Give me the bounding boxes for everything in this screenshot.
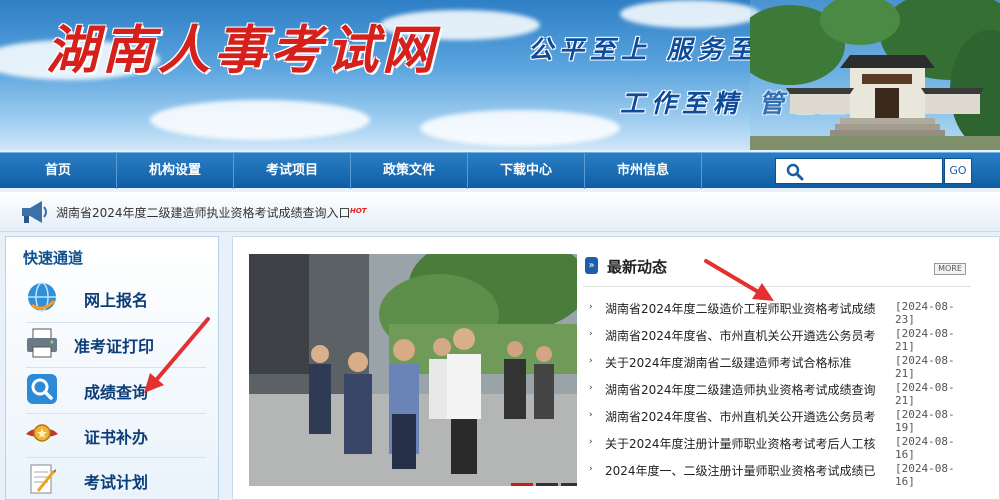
news-item-title: 湖南省2024年度二级造价工程师职业资格考试成绩 bbox=[605, 302, 875, 316]
cloud-decoration bbox=[420, 110, 620, 146]
quick-label: 网上报名 bbox=[84, 291, 149, 310]
divider bbox=[26, 367, 206, 368]
search-input[interactable] bbox=[812, 162, 938, 180]
divider bbox=[26, 457, 206, 458]
bullet-icon: › bbox=[589, 356, 593, 366]
cloud-decoration bbox=[620, 0, 760, 28]
news-item[interactable]: › 关于2024年度湖南省二级建造师考试合格标准 [2024-08-21] bbox=[583, 351, 973, 380]
carousel-page-3-button[interactable]: 3 bbox=[561, 483, 577, 486]
news-photo bbox=[249, 254, 577, 486]
quick-item-score-query[interactable]: 成绩查询 bbox=[16, 369, 216, 411]
quick-label: 考试计划 bbox=[84, 473, 149, 492]
news-item-title: 湖南省2024年度省、市州直机关公开遴选公务员考 bbox=[605, 410, 875, 424]
news-item-title: 关于2024年度注册计量师职业资格考试考后人工核 bbox=[605, 437, 875, 451]
news-item-date: [2024-08-21] bbox=[895, 354, 955, 380]
bullet-icon: › bbox=[589, 383, 593, 393]
news-item-date: [2024-08-21] bbox=[895, 381, 955, 407]
bullet-icon: › bbox=[589, 437, 593, 447]
quick-item-exam-schedule[interactable]: 考试计划 bbox=[16, 459, 216, 500]
news-item-title: 湖南省2024年度省、市州直机关公开遴选公务员考 bbox=[605, 329, 875, 343]
news-section-header: » 最新动态 MORE bbox=[583, 253, 983, 283]
news-item-date: [2024-08-16] bbox=[895, 435, 955, 461]
news-item[interactable]: › 湖南省2024年度二级建造师执业资格考试成绩查询 [2024-08-21] bbox=[583, 378, 973, 407]
news-item-date: [2024-08-21] bbox=[895, 327, 955, 353]
medal-icon bbox=[26, 424, 58, 442]
news-item-title: 关于2024年度湖南省二级建造师考试合格标准 bbox=[605, 356, 852, 370]
announcement-bar: 湖南省2024年度二级建造师执业资格考试成绩查询入口 HOT bbox=[0, 192, 1000, 232]
news-item[interactable]: › 湖南省2024年度二级造价工程师职业资格考试成绩 [2024-08-23] bbox=[583, 297, 973, 326]
news-item[interactable]: › 湖南省2024年度省、市州直机关公开遴选公务员考 [2024-08-21] bbox=[583, 324, 973, 353]
news-section-icon: » bbox=[585, 257, 598, 274]
news-item-date: [2024-08-19] bbox=[895, 408, 955, 434]
news-section-title: 最新动态 bbox=[607, 258, 668, 276]
nav-item-home[interactable]: 首页 bbox=[0, 153, 117, 189]
hot-badge: HOT bbox=[350, 207, 367, 215]
printer-icon bbox=[27, 328, 57, 358]
quick-label: 证书补办 bbox=[84, 428, 149, 447]
quick-item-admission-ticket-print[interactable]: 准考证打印 bbox=[16, 323, 216, 365]
nav-item-download-center[interactable]: 下载中心 bbox=[468, 153, 585, 189]
news-photo-carousel[interactable]: 1 2 3 bbox=[249, 254, 577, 486]
quick-item-certificate-reissue[interactable]: 证书补办 bbox=[16, 414, 216, 456]
news-item[interactable]: › 关于2024年度注册计量师职业资格考试考后人工核 [2024-08-16] bbox=[583, 432, 973, 461]
globe-icon bbox=[28, 282, 56, 312]
news-item[interactable]: › 2024年度一、二级注册计量师职业资格考试成绩已 [2024-08-16] bbox=[583, 459, 973, 488]
sidebar-title: 快速通道 bbox=[23, 249, 84, 267]
main-content-panel: 1 2 3 » 最新动态 MORE › 湖南省2024年度二级造价工程师职业资格… bbox=[232, 236, 1000, 500]
bullet-icon: › bbox=[589, 302, 593, 312]
search-box bbox=[775, 158, 943, 184]
cloud-decoration bbox=[150, 100, 370, 140]
nav-item-city-info[interactable]: 市州信息 bbox=[585, 153, 702, 189]
carousel-page-1-button[interactable]: 1 bbox=[511, 483, 533, 486]
quick-access-sidebar: 快速通道 网上报名 准考证打印 成绩查询 证书补办 考试计划 bbox=[5, 236, 219, 500]
carousel-page-2-button[interactable]: 2 bbox=[536, 483, 558, 486]
quick-item-online-registration[interactable]: 网上报名 bbox=[16, 277, 216, 319]
academy-building-illustration bbox=[750, 0, 1000, 150]
main-navigation: 首页 机构设置 考试项目 政策文件 下载中心 市州信息 GO bbox=[0, 152, 1000, 189]
news-item-date: [2024-08-23] bbox=[895, 300, 955, 326]
bullet-icon: › bbox=[589, 464, 593, 474]
nav-item-organization[interactable]: 机构设置 bbox=[117, 153, 234, 189]
divider bbox=[583, 286, 971, 287]
notepad-icon bbox=[30, 464, 56, 494]
news-item-title: 2024年度一、二级注册计量师职业资格考试成绩已 bbox=[605, 464, 875, 478]
site-logo-title: 湖南人事考试网 bbox=[46, 20, 439, 81]
search-go-button[interactable]: GO bbox=[944, 158, 972, 184]
news-item-title: 湖南省2024年度二级建造师执业资格考试成绩查询 bbox=[605, 383, 875, 397]
news-item-date: [2024-08-16] bbox=[895, 462, 955, 488]
news-more-button[interactable]: MORE bbox=[934, 263, 966, 275]
bullet-icon: › bbox=[589, 410, 593, 420]
nav-item-policy-documents[interactable]: 政策文件 bbox=[351, 153, 468, 189]
bullet-icon: › bbox=[589, 329, 593, 339]
quick-label: 成绩查询 bbox=[84, 383, 149, 402]
nav-item-exam-projects[interactable]: 考试项目 bbox=[234, 153, 351, 189]
magnifier-icon bbox=[27, 374, 57, 404]
megaphone-icon bbox=[22, 201, 47, 223]
header-banner: 湖南人事考试网 公平至上 服务至诚 工作至精 管理至严 bbox=[0, 0, 1000, 150]
search-icon bbox=[786, 163, 804, 181]
announcement-link[interactable]: 湖南省2024年度二级建造师执业资格考试成绩查询入口 bbox=[56, 204, 351, 221]
quick-label: 准考证打印 bbox=[74, 337, 155, 356]
news-item[interactable]: › 湖南省2024年度省、市州直机关公开遴选公务员考 [2024-08-19] bbox=[583, 405, 973, 434]
